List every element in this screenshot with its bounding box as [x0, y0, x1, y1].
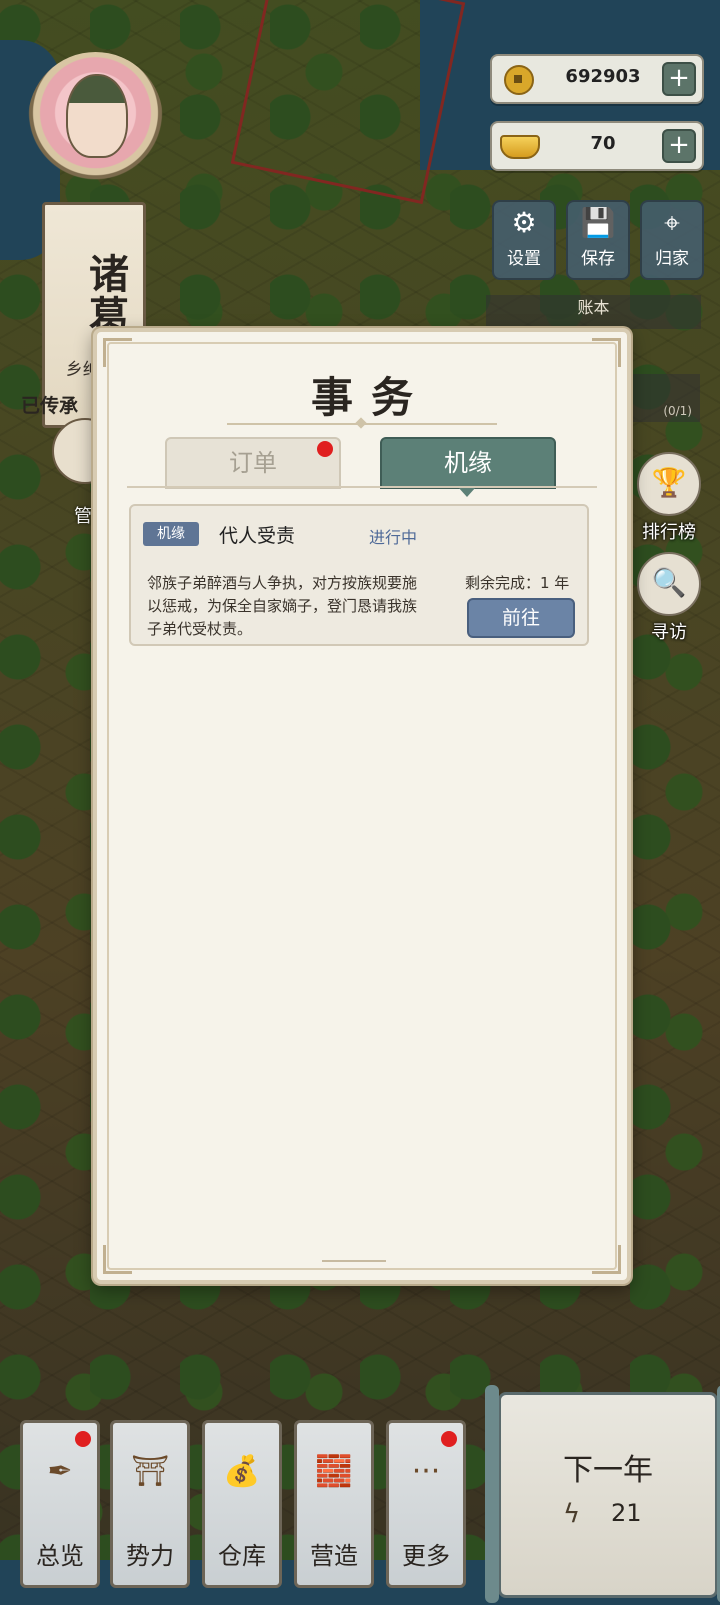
gold-counter: 70 + [490, 121, 704, 171]
go-button[interactable]: 前往 [467, 598, 575, 638]
return-home-button[interactable]: ⌖ 归家 [640, 200, 704, 280]
list-item: 机缘 代人受责 进行中 邻族子弟醉酒与人争执，对方按族规要施以惩戒，为保全自家嫡… [129, 504, 589, 646]
nav-overview-label: 总览 [36, 1542, 84, 1570]
affairs-dialog: 事务 订单 机缘 机缘 代人受责 进行中 邻族子弟醉酒与人争执，对方按族规要施以… [93, 328, 631, 1284]
tab-orders-label: 订单 [229, 449, 277, 477]
ledger-count: (0/1) [663, 404, 692, 418]
corner-ornament [592, 1245, 621, 1274]
scroll-rod [485, 1385, 499, 1603]
bottom-ornament [322, 1260, 386, 1262]
energy-value: 21 [611, 1499, 642, 1527]
corner-ornament [592, 338, 621, 367]
coin-icon [504, 65, 534, 95]
nav-faction-label: 势力 [126, 1542, 174, 1570]
save-button[interactable]: 💾 保存 [566, 200, 630, 280]
save-label: 保存 [581, 249, 615, 269]
add-coins-button[interactable]: + [662, 62, 696, 96]
next-year-button[interactable]: 下一年 ϟ 21 [485, 1385, 720, 1603]
corner-ornament [103, 1245, 132, 1274]
nav-overview-button[interactable]: ✒ 总览 [20, 1420, 100, 1588]
corner-ornament [103, 338, 132, 367]
leaderboard-label: 排行榜 [642, 522, 696, 543]
tab-orders[interactable]: 订单 [165, 437, 341, 489]
nav-construct-button[interactable]: 🧱 营造 [294, 1420, 374, 1588]
return-home-label: 归家 [655, 249, 689, 269]
nav-more-button[interactable]: ··· 更多 [386, 1420, 466, 1588]
leaderboard-button[interactable]: 🏆 排行榜 [636, 452, 702, 544]
location-pin-icon: ⌖ [664, 206, 680, 239]
add-gold-button[interactable]: + [662, 129, 696, 163]
tab-opportunities-label: 机缘 [444, 449, 492, 477]
task-type-badge: 机缘 [143, 522, 199, 546]
notification-dot [317, 441, 333, 457]
nav-warehouse-label: 仓库 [218, 1542, 266, 1570]
next-year-label: 下一年 [563, 1453, 653, 1488]
task-remaining-time: 剩余完成：1 年 [465, 574, 570, 592]
gold-ingot-icon [500, 135, 540, 159]
search-visit-label: 寻访 [651, 622, 687, 643]
tab-divider [127, 486, 597, 488]
task-description: 邻族子弟醉酒与人争执，对方按族规要施以惩戒，为保全自家嫡子，登门恳请我族子弟代受… [147, 574, 418, 638]
notification-dot [441, 1431, 457, 1447]
dialog-title: 事务 [310, 373, 431, 422]
coin-counter: 692903 + [490, 54, 704, 104]
lightning-icon: ϟ [563, 1499, 581, 1529]
magnifier-icon: 🔍 [637, 552, 701, 616]
ledger-panel[interactable]: 账本 [486, 295, 701, 329]
gear-icon: ⚙ [511, 206, 537, 239]
task-status: 进行中 [369, 528, 418, 547]
settings-button[interactable]: ⚙ 设置 [492, 200, 556, 280]
search-visit-button[interactable]: 🔍 寻访 [636, 552, 702, 644]
bricks-trowel-icon: 🧱 [315, 1454, 353, 1489]
nav-construct-label: 营造 [310, 1542, 358, 1570]
notification-dot [75, 1431, 91, 1447]
ledger-title: 账本 [577, 298, 610, 317]
save-icon: 💾 [580, 206, 616, 239]
nav-warehouse-button[interactable]: 💰 仓库 [202, 1420, 282, 1588]
more-dots-icon: ··· [411, 1454, 441, 1489]
avatar [66, 74, 128, 158]
trophy-icon: 🏆 [637, 452, 701, 516]
palace-icon: ⛩ [130, 1454, 170, 1489]
settings-label: 设置 [507, 249, 541, 269]
scroll-brush-icon: ✒ [47, 1454, 73, 1489]
coin-value: 692903 [565, 66, 641, 87]
steward-label: 管 [74, 506, 92, 527]
nav-more-label: 更多 [402, 1542, 450, 1570]
task-name: 代人受责 [219, 525, 296, 547]
title-divider [227, 423, 497, 425]
gold-value: 70 [590, 133, 616, 154]
nav-faction-button[interactable]: ⛩ 势力 [110, 1420, 190, 1588]
tab-opportunities[interactable]: 机缘 [380, 437, 556, 497]
money-bag-icon: 💰 [223, 1454, 261, 1489]
